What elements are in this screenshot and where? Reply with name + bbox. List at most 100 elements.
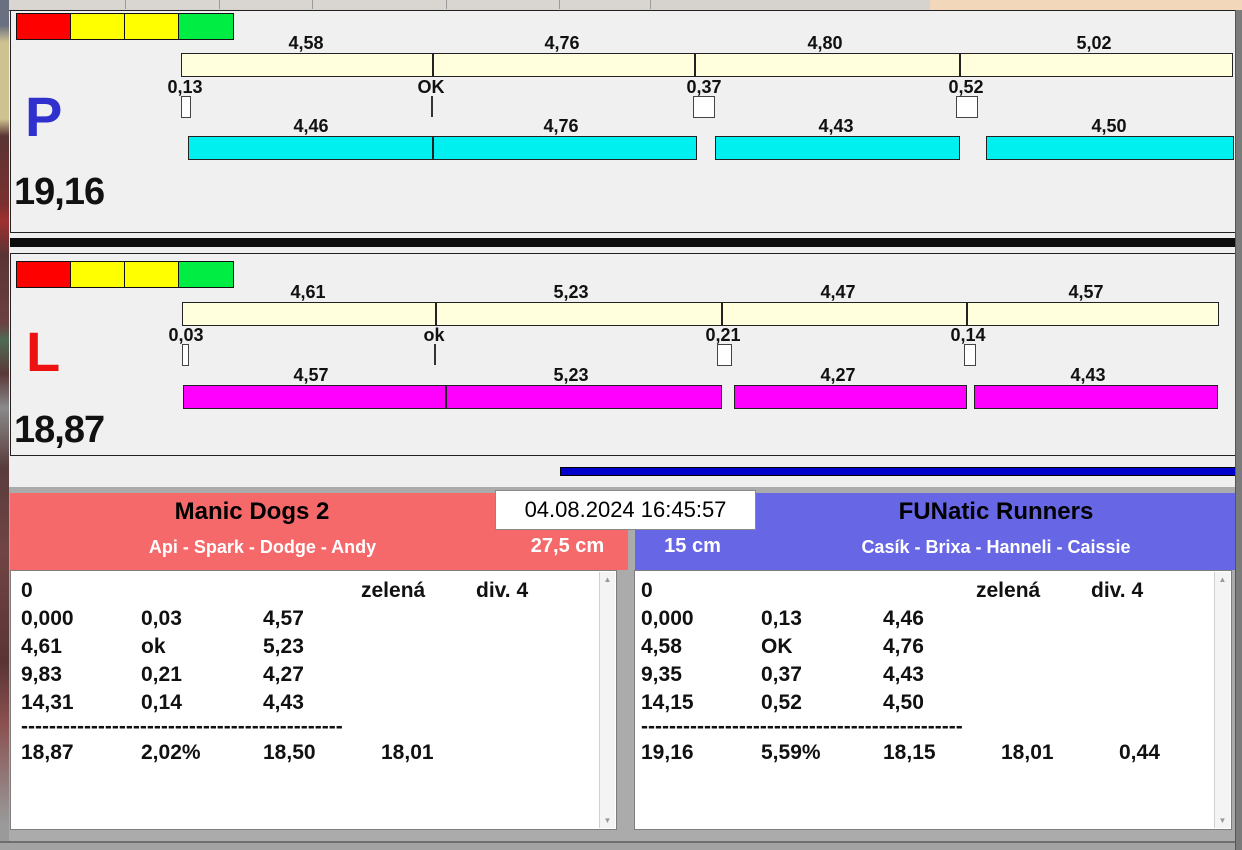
run-cell: 4,76 bbox=[883, 635, 924, 658]
split-divider bbox=[721, 303, 723, 325]
total-cell: 18,01 bbox=[1001, 741, 1054, 764]
changeover-label: OK bbox=[417, 77, 445, 97]
run-cell: 0,52 bbox=[761, 691, 802, 714]
light-red-icon bbox=[17, 14, 71, 39]
run-time-bar bbox=[734, 385, 967, 409]
lane-total: 19,16 bbox=[14, 171, 105, 213]
lower-split-label: 5,23 bbox=[553, 365, 589, 385]
separator-line: ----------------------------------------… bbox=[21, 715, 343, 738]
app-window: P 4,58 4,76 4,80 5,02 0,13 OK 0,37 0,52 … bbox=[0, 0, 1242, 850]
run-cell: 5,23 bbox=[263, 635, 304, 658]
race-progress-bar bbox=[560, 467, 1240, 476]
total-cell: 18,87 bbox=[21, 741, 74, 764]
changeover-marker-box bbox=[693, 96, 715, 118]
split-divider bbox=[966, 303, 968, 325]
split-divider bbox=[959, 54, 961, 76]
scroll-down-icon[interactable]: ▼ bbox=[600, 813, 615, 828]
team-data-area-left: 0 zelená div. 4 0,000 0,03 4,57 4,61 ok … bbox=[10, 570, 617, 830]
run-cell: ok bbox=[141, 635, 166, 658]
lane-total: 18,87 bbox=[14, 409, 105, 451]
run-cell: 9,83 bbox=[21, 663, 62, 686]
section-divider bbox=[10, 238, 1240, 247]
split-divider bbox=[435, 303, 437, 325]
lower-split-label: 4,57 bbox=[293, 365, 329, 385]
vertical-scrollbar[interactable]: ▲ ▼ bbox=[1214, 572, 1230, 828]
total-cell: 19,16 bbox=[641, 741, 694, 764]
total-cell: 5,59% bbox=[761, 741, 821, 764]
total-cell: 0,44 bbox=[1119, 741, 1160, 764]
run-time-bar bbox=[974, 385, 1218, 409]
total-cell: 18,50 bbox=[263, 741, 316, 764]
run-cell: 0,21 bbox=[141, 663, 182, 686]
status-bar bbox=[0, 843, 1242, 850]
background-window-patch bbox=[930, 0, 1242, 10]
upper-split-label: 4,58 bbox=[288, 33, 324, 53]
run-cell: 4,58 bbox=[641, 635, 682, 658]
run-cell: 14,15 bbox=[641, 691, 694, 714]
changeover-label: 0,21 bbox=[705, 325, 741, 345]
background-window-sliver bbox=[0, 0, 9, 850]
light-yellow-icon bbox=[125, 262, 179, 287]
team-members: Casík - Brixa - Hanneli - Caissie bbox=[861, 537, 1131, 557]
upper-split-label: 5,23 bbox=[553, 282, 589, 302]
lower-split-label: 4,50 bbox=[1091, 116, 1127, 136]
upper-split-bar bbox=[182, 302, 1219, 326]
light-green-icon bbox=[179, 14, 233, 39]
vertical-scrollbar[interactable]: ▲ ▼ bbox=[599, 572, 615, 828]
run-cell: 4,27 bbox=[263, 663, 304, 686]
run-cell: 0,03 bbox=[141, 607, 182, 630]
toolbar-segment bbox=[313, 0, 447, 9]
lane-l-section: L 4,61 5,23 4,47 4,57 0,03 ok 0,21 0,14 … bbox=[10, 253, 1240, 456]
run-time-bar bbox=[715, 136, 960, 160]
lane-letter: L bbox=[26, 320, 61, 383]
light-red-icon bbox=[17, 262, 71, 287]
total-cell: 18,15 bbox=[883, 741, 936, 764]
run-cell: 4,46 bbox=[883, 607, 924, 630]
team-name: FUNatic Runners bbox=[898, 498, 1094, 525]
team-members: Api - Spark - Dodge - Andy bbox=[148, 537, 377, 557]
start-number: 0 bbox=[641, 579, 653, 602]
run-cell: 0,000 bbox=[21, 607, 74, 630]
light-yellow-icon bbox=[125, 14, 179, 39]
upper-split-label: 4,76 bbox=[544, 33, 580, 53]
scroll-up-icon[interactable]: ▲ bbox=[600, 572, 615, 587]
changeover-marker-line bbox=[434, 344, 436, 365]
lane-p-section: P 4,58 4,76 4,80 5,02 0,13 OK 0,37 0,52 … bbox=[10, 10, 1240, 233]
separator-line: ----------------------------------------… bbox=[641, 715, 963, 738]
scroll-up-icon[interactable]: ▲ bbox=[1215, 572, 1230, 587]
changeover-label: 0,03 bbox=[168, 325, 204, 345]
split-divider bbox=[432, 137, 434, 159]
jump-height-label: 27,5 cm bbox=[530, 535, 605, 557]
light-yellow-icon bbox=[71, 262, 125, 287]
run-cell: 0,13 bbox=[761, 607, 802, 630]
category-label: zelená bbox=[976, 579, 1041, 602]
run-cell: 4,57 bbox=[263, 607, 304, 630]
toolbar-segment bbox=[9, 0, 126, 9]
lower-split-label: 4,46 bbox=[293, 116, 329, 136]
light-green-icon bbox=[179, 262, 233, 287]
run-cell: 14,31 bbox=[21, 691, 74, 714]
light-yellow-icon bbox=[71, 14, 125, 39]
datetime-display: 04.08.2024 16:45:57 bbox=[495, 490, 756, 530]
split-divider bbox=[432, 54, 434, 76]
run-cell: 9,35 bbox=[641, 663, 682, 686]
upper-split-label: 4,47 bbox=[820, 282, 856, 302]
run-cell: 4,43 bbox=[883, 663, 924, 686]
start-lights bbox=[16, 261, 234, 288]
lower-split-label: 4,43 bbox=[818, 116, 854, 136]
lower-split-label: 4,27 bbox=[820, 365, 856, 385]
upper-split-bar bbox=[181, 53, 1233, 77]
start-lights bbox=[16, 13, 234, 40]
changeover-label: 0,14 bbox=[950, 325, 986, 345]
upper-split-label: 4,57 bbox=[1068, 282, 1104, 302]
window-right-edge bbox=[1235, 10, 1242, 850]
total-cell: 2,02% bbox=[141, 741, 201, 764]
changeover-marker-box bbox=[182, 344, 189, 366]
run-cell: 4,50 bbox=[883, 691, 924, 714]
scroll-down-icon[interactable]: ▼ bbox=[1215, 813, 1230, 828]
run-cell: OK bbox=[761, 635, 793, 658]
split-divider bbox=[694, 54, 696, 76]
run-cell: 0,37 bbox=[761, 663, 802, 686]
changeover-marker-box bbox=[964, 344, 976, 366]
split-divider bbox=[445, 386, 447, 408]
